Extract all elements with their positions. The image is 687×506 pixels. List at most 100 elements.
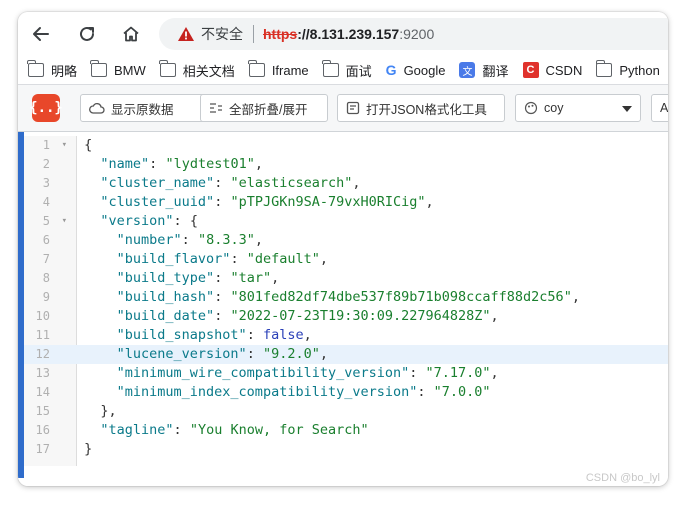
insecure-label[interactable]: 不安全 (201, 24, 243, 44)
bookmark-docs[interactable]: 相关文档 (159, 60, 235, 80)
gutter-line: 4 (24, 193, 76, 212)
home-button[interactable] (118, 21, 144, 47)
line-number-gutter: 1 ▾ 2 3 4 5 ▾ 6 7 8 9 10 11 12 13 14 15 16… (24, 136, 77, 466)
gutter-line: 17 (24, 440, 76, 459)
line-number: 5 (42, 214, 50, 228)
json-string: "801fed82df74dbe537f89b71b098ccaff88d2c5… (230, 289, 572, 305)
json-key: "build_snapshot" (116, 327, 247, 343)
line-number: 10 (35, 309, 50, 323)
gutter-line: 14 (24, 383, 76, 402)
code-line: "tagline": "You Know, for Search" (100, 422, 369, 438)
code-line: "build_type": "tar", (116, 270, 280, 286)
line-number: 17 (35, 442, 50, 456)
json-key: "cluster_uuid" (100, 194, 215, 210)
json-string: "lydtest01" (165, 156, 255, 172)
line-number: 14 (35, 385, 50, 399)
bookmark-label: 翻译 (482, 63, 509, 79)
fold-arrow-icon[interactable]: ▾ (62, 136, 67, 155)
json-string: "8.3.3" (197, 232, 255, 248)
theme-select-value: coy (544, 101, 564, 115)
cloud-icon (89, 102, 105, 114)
json-brace: }, (100, 403, 117, 419)
line-number: 6 (42, 233, 50, 247)
bookmark-minglue[interactable]: 明略 (27, 60, 78, 80)
bookmark-translate[interactable]: 文翻译 (459, 61, 509, 80)
gutter-line: 7 (24, 250, 76, 269)
json-viewer-logo[interactable]: {..} (29, 94, 63, 122)
json-key: "tagline" (100, 422, 174, 438)
code-line: "name": "lydtest01", (100, 156, 263, 172)
code-area[interactable]: { "name": "lydtest01", "cluster_name": "… (76, 136, 668, 459)
code-line: "build_flavor": "default", (116, 251, 328, 267)
bookmark-label: 面试 (345, 63, 372, 79)
url-scheme: https (263, 26, 298, 42)
url-separator: :// (297, 26, 310, 42)
folder-icon (248, 60, 265, 77)
bookmark-label: 明略 (51, 63, 78, 79)
json-key: "minimum_index_compatibility_version" (116, 384, 418, 400)
json-key: "cluster_name" (100, 175, 215, 191)
bookmark-python[interactable]: Python (595, 60, 660, 78)
google-icon: G (385, 62, 397, 78)
bookmark-google[interactable]: G Google (386, 62, 446, 78)
address-bar-row: 不安全 https://8.131.239.157:9200 (18, 12, 668, 56)
json-key: "name" (100, 156, 150, 172)
line-number: 7 (42, 252, 50, 266)
code-line: "minimum_index_compatibility_version": "… (116, 384, 491, 400)
address-separator (253, 25, 254, 43)
extra-toolbar-label: A (660, 101, 668, 115)
gutter-line: 10 (24, 307, 76, 326)
theme-select[interactable]: coy (515, 94, 641, 122)
line-number: 12 (35, 347, 50, 361)
bookmark-interview[interactable]: 面试 (322, 60, 372, 80)
fold-icon (209, 102, 223, 114)
code-line: } (76, 440, 668, 459)
json-string: "7.17.0" (425, 365, 491, 381)
gutter-line: 11 (24, 326, 76, 345)
back-arrow-icon (33, 27, 49, 41)
csdn-icon: C (522, 62, 539, 78)
json-string: "7.0.0" (433, 384, 491, 400)
json-string: "default" (246, 251, 320, 267)
show-raw-button[interactable]: 显示原数据 (80, 94, 208, 122)
fold-arrow-icon[interactable]: ▾ (62, 212, 67, 231)
json-string: "9.2.0" (262, 346, 320, 362)
open-formatter-label: 打开JSON格式化工具 (366, 102, 487, 117)
warning-icon[interactable] (177, 26, 195, 42)
folder-icon (90, 60, 108, 77)
gutter-line: 5 ▾ (24, 212, 76, 231)
bookmark-bmw[interactable]: BMW (90, 60, 146, 78)
code-line: { (76, 136, 668, 155)
folder-icon (595, 60, 613, 77)
gutter-line: 13 (24, 364, 76, 383)
folder-icon (27, 60, 44, 77)
json-string: "tar" (230, 270, 272, 286)
json-string: "2022-07-23T19:30:09.227964828Z" (230, 308, 491, 324)
json-editor[interactable]: 1 ▾ 2 3 4 5 ▾ 6 7 8 9 10 11 12 13 14 15 16… (18, 132, 668, 486)
back-button[interactable] (28, 21, 54, 47)
gutter-line: 8 (24, 269, 76, 288)
bookmark-label: Google (403, 62, 446, 78)
json-key: "build_type" (116, 270, 215, 286)
bookmark-csdn[interactable]: C CSDN (522, 62, 582, 78)
open-formatter-button[interactable]: 打开JSON格式化工具 (337, 94, 505, 122)
external-tool-icon (346, 101, 360, 115)
code-line: }, (76, 402, 668, 421)
extra-toolbar-button[interactable]: A (651, 94, 668, 122)
bookmark-iframe[interactable]: Iframe (248, 60, 309, 78)
gutter-line: 16 (24, 421, 76, 440)
json-key: "build_date" (116, 308, 215, 324)
reload-icon (80, 26, 94, 41)
gutter-line: 1 ▾ (24, 136, 76, 155)
url-port: :9200 (399, 26, 435, 42)
toggle-fold-label: 全部折叠/展开 (229, 102, 308, 117)
toggle-fold-button[interactable]: 全部折叠/展开 (200, 94, 328, 122)
bookmark-label: BMW (114, 62, 146, 78)
line-number: 1 (42, 138, 50, 152)
reload-button[interactable] (74, 21, 100, 47)
show-raw-label: 显示原数据 (111, 102, 174, 117)
chevron-down-icon (622, 106, 632, 112)
json-string: "pTPJGKn9SA-79vxH0RICig" (230, 194, 426, 210)
address-bar[interactable]: 不安全 https://8.131.239.157:9200 (159, 18, 668, 50)
bookmarks-bar: 明略 BMW 相关文档 Iframe 面试 G Google 文翻译 C CSDN … (18, 56, 668, 84)
